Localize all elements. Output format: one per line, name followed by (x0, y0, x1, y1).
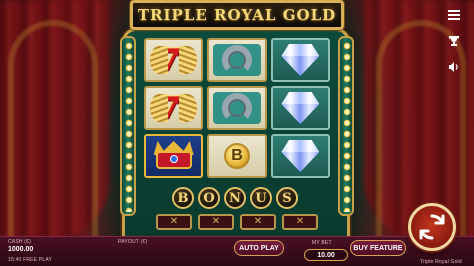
auto-play-button[interactable]: AUTO PLAY (234, 240, 284, 256)
symbol-diamond (270, 86, 330, 130)
symbol-crown (144, 134, 204, 178)
bonus-letter: B (172, 187, 194, 209)
diamond-icon (281, 92, 319, 124)
cash-label: CASH (€) (8, 239, 31, 245)
spin-button[interactable] (408, 203, 456, 251)
bet-value[interactable]: 10.00 (304, 249, 348, 261)
game-title-plate: TRIPLE ROYAL GOLD (130, 0, 344, 30)
symbol-diamond (270, 38, 330, 82)
multiplier-slots (144, 214, 330, 232)
multiplier-slot (156, 214, 192, 230)
bonus-letter: U (250, 187, 272, 209)
menu-icon[interactable] (445, 6, 463, 24)
multiplier-slot (198, 214, 234, 230)
bonus-letter: O (198, 187, 220, 209)
symbol-diamond (270, 134, 330, 178)
multiplier-slot (282, 214, 318, 230)
symbol-seven: 77 (144, 86, 204, 130)
mode-label: 15:40 FREE PLAY (8, 257, 53, 263)
left-light-pillar (120, 36, 136, 216)
multiplier-slot (240, 214, 276, 230)
symbol-horseshoe (207, 86, 267, 130)
bonus-coin-letter: B (231, 147, 243, 164)
horseshoe-icon (221, 93, 252, 123)
cash-value: 1000.00 (8, 246, 34, 253)
reel-grid: 77 77 B (144, 38, 330, 178)
reel-3 (270, 38, 330, 178)
symbol-horseshoe (207, 38, 267, 82)
symbol-seven: 77 (144, 38, 204, 82)
symbol-bonus-coin: B (207, 134, 267, 178)
bonus-letter: N (224, 187, 246, 209)
bonus-letter-row: B O N U S (160, 187, 310, 213)
bonus-letter: S (276, 187, 298, 209)
trophy-icon[interactable] (445, 32, 463, 50)
diamond-icon (281, 140, 319, 172)
crown-icon (153, 141, 194, 171)
bet-label: MY BET (312, 240, 332, 246)
reel-1: 77 77 (144, 38, 204, 178)
game-name-footer: Triple Royal Gold (420, 259, 462, 265)
buy-feature-button[interactable]: BUY FEATURE (350, 240, 406, 256)
game-stage: TRIPLE ROYAL GOLD 77 77 B B O N U S ✕ ✕ … (0, 0, 474, 266)
bonus-coin-icon: B (223, 143, 250, 169)
right-light-pillar (338, 36, 354, 216)
sound-icon[interactable] (445, 58, 463, 76)
background-arch-left (8, 20, 98, 250)
game-title: TRIPLE ROYAL GOLD (137, 6, 337, 24)
horseshoe-icon (221, 45, 252, 75)
payout-label: PAYOUT (€) (118, 239, 148, 245)
diamond-icon (281, 44, 319, 76)
reel-2: B (207, 38, 267, 178)
spin-icon (419, 214, 445, 240)
